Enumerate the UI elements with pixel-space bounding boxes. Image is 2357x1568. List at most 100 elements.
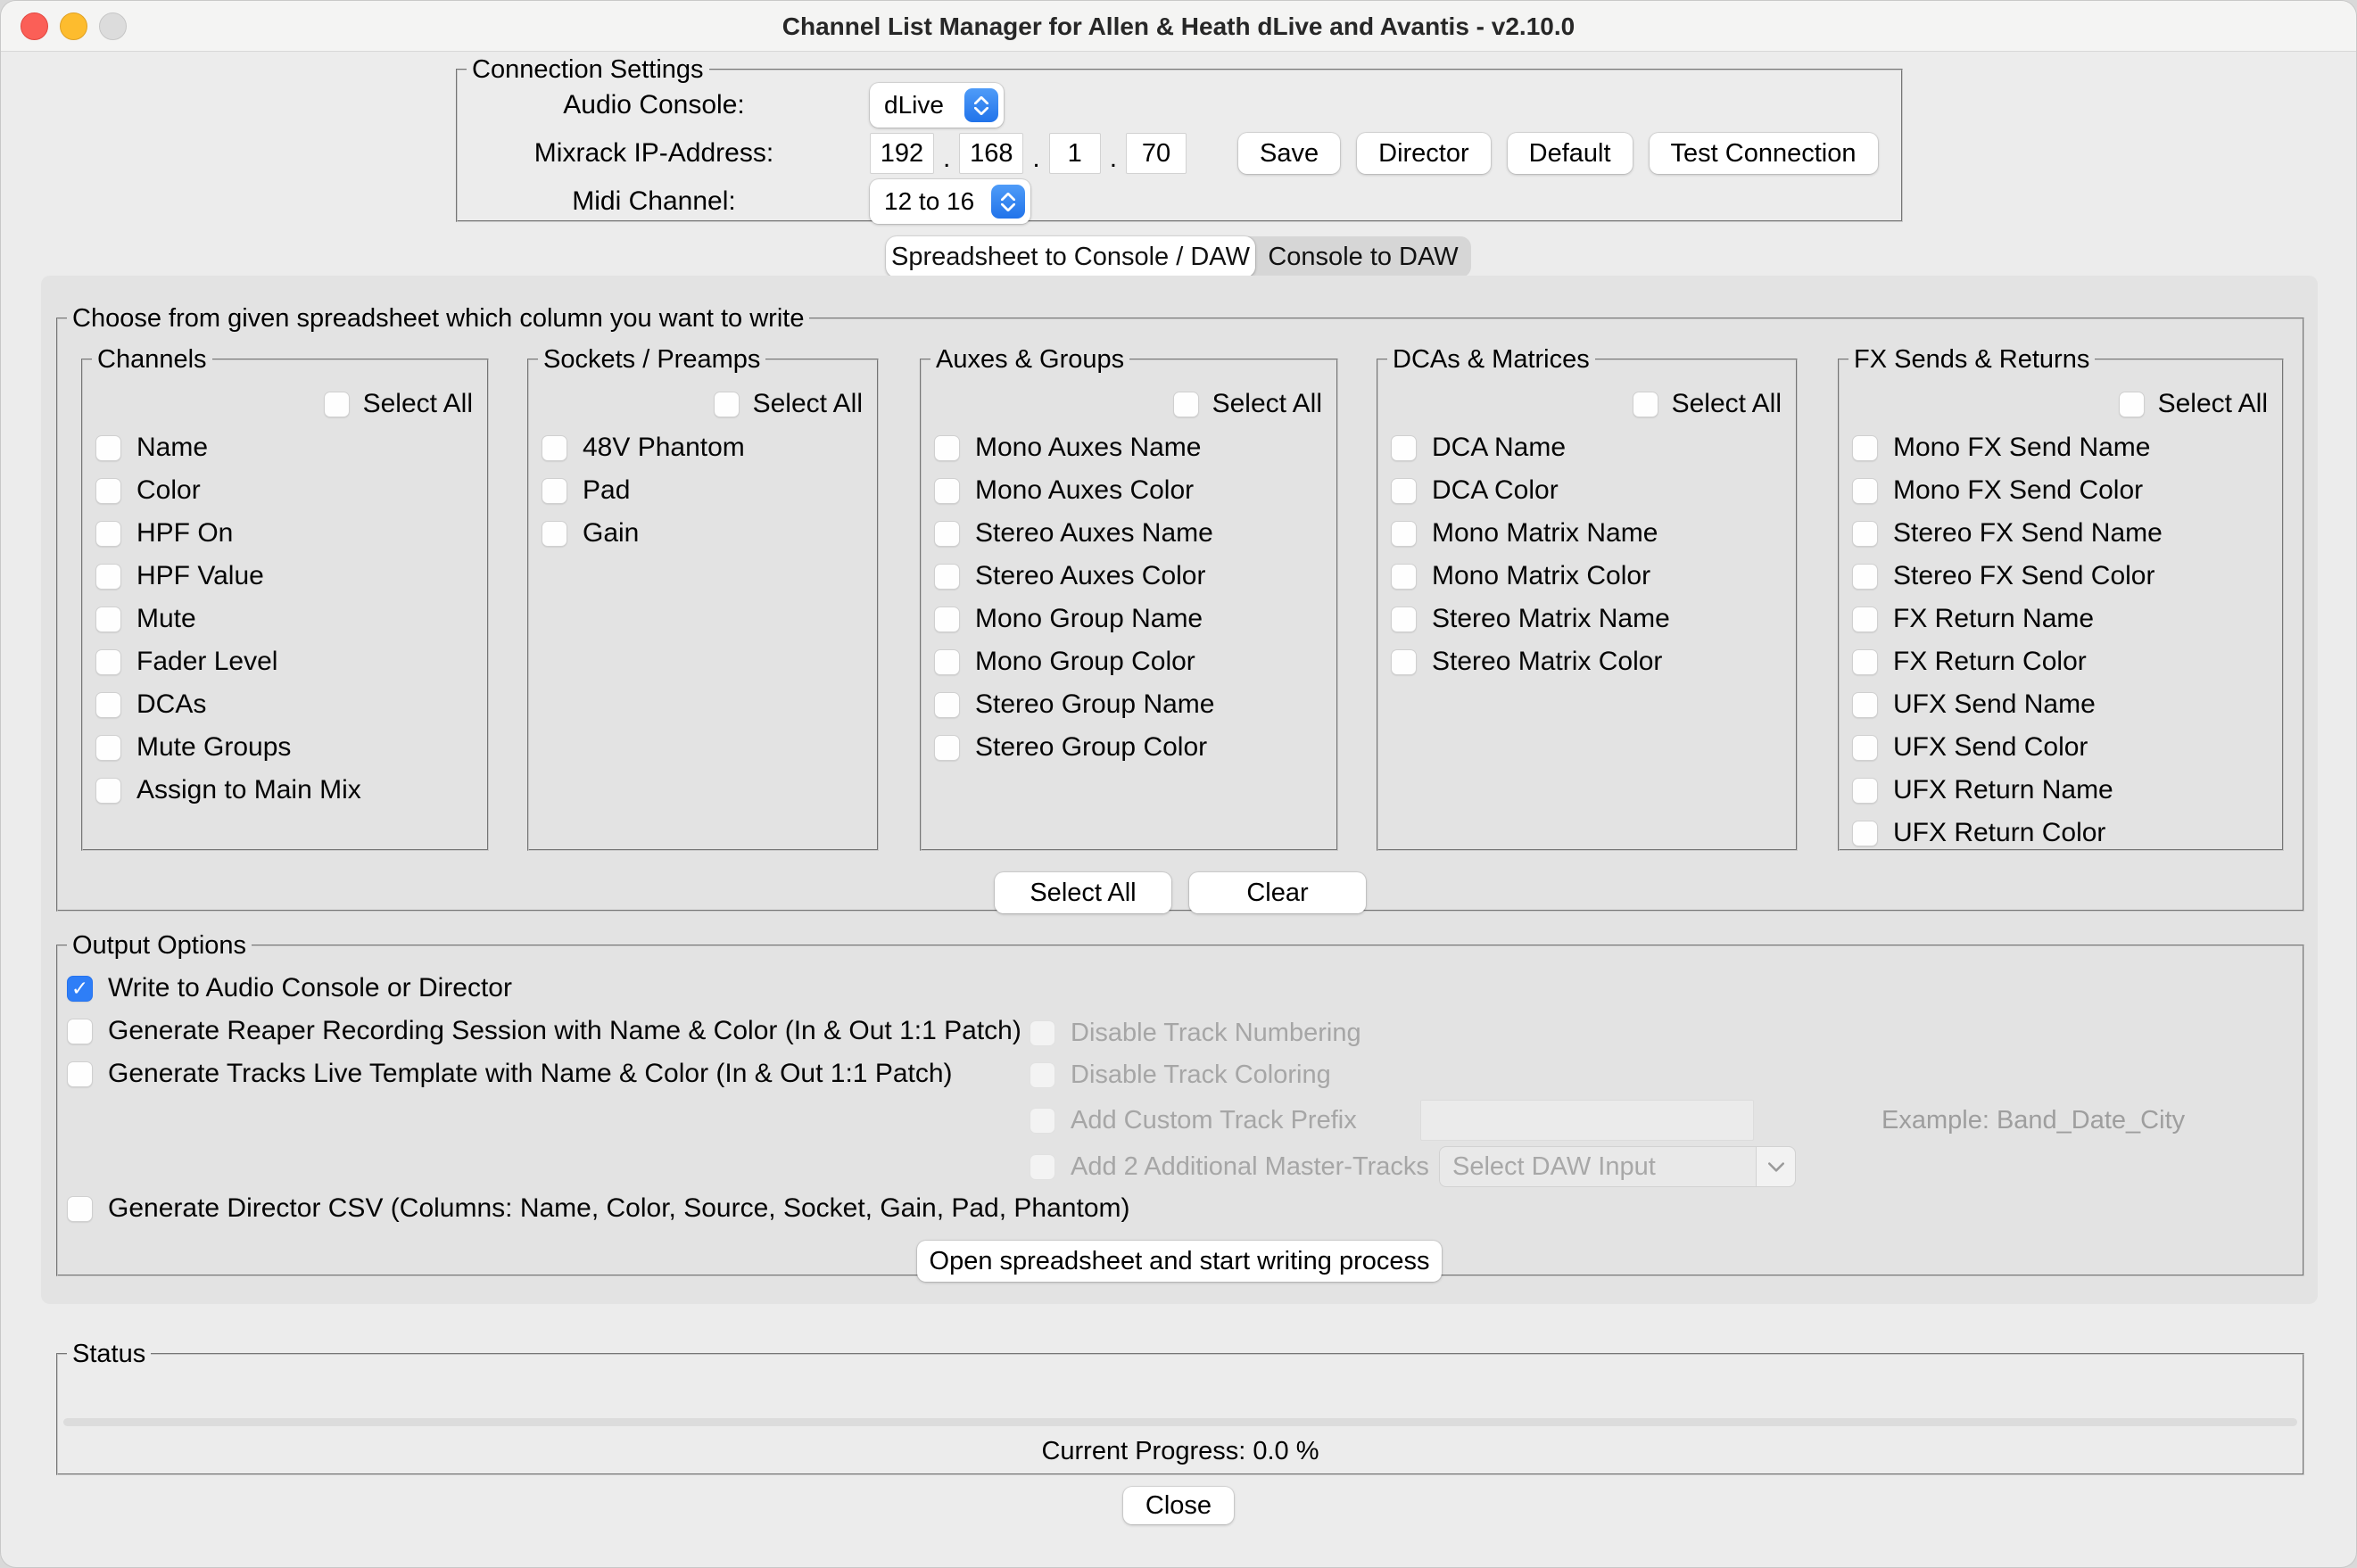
ip-octet-3-input[interactable] bbox=[1049, 133, 1101, 174]
option-checkbox[interactable] bbox=[1391, 649, 1417, 675]
tab-spreadsheet-to-console-daw[interactable]: Spreadsheet to Console / DAW bbox=[886, 236, 1255, 277]
option-checkbox[interactable] bbox=[1391, 478, 1417, 504]
open-spreadsheet-button[interactable]: Open spreadsheet and start writing proce… bbox=[917, 1241, 1442, 1282]
chevron-up-down-icon bbox=[964, 88, 998, 122]
option-checkbox[interactable] bbox=[95, 649, 121, 675]
option-label: DCA Name bbox=[1432, 433, 1566, 463]
option-row: UFX Send Color bbox=[1852, 726, 2275, 769]
option-checkbox[interactable] bbox=[542, 478, 567, 504]
option-checkbox[interactable] bbox=[1852, 607, 1878, 632]
ip-octet-1-input[interactable] bbox=[870, 133, 934, 174]
ip-octet-4-input[interactable] bbox=[1126, 133, 1187, 174]
select-all-button[interactable]: Select All bbox=[995, 872, 1171, 913]
option-checkbox[interactable] bbox=[542, 521, 567, 547]
write-to-console-checkbox[interactable] bbox=[67, 976, 93, 1002]
option-row: Stereo Auxes Name bbox=[934, 512, 1329, 555]
option-row: Fader Level bbox=[95, 640, 480, 683]
audio-console-select[interactable]: dLive bbox=[870, 83, 1004, 128]
progress-label: Current Progress: 0.0 % bbox=[58, 1437, 2303, 1466]
option-checkbox[interactable] bbox=[1852, 649, 1878, 675]
option-checkbox[interactable] bbox=[95, 435, 121, 461]
option-checkbox[interactable] bbox=[1852, 692, 1878, 718]
disable-track-coloring-row: Disable Track Coloring bbox=[1030, 1054, 1331, 1095]
dcas-matrices-legend: DCAs & Matrices bbox=[1387, 345, 1595, 374]
clear-button[interactable]: Clear bbox=[1189, 872, 1366, 913]
option-checkbox[interactable] bbox=[934, 478, 960, 504]
option-label: Mute Groups bbox=[136, 732, 291, 763]
close-button[interactable]: Close bbox=[1123, 1487, 1234, 1524]
option-label: Assign to Main Mix bbox=[136, 775, 361, 805]
option-label: HPF Value bbox=[136, 561, 264, 591]
chevron-down-icon bbox=[1756, 1147, 1795, 1186]
option-row: UFX Send Name bbox=[1852, 683, 2275, 726]
fx-select-all-checkbox[interactable] bbox=[2119, 392, 2145, 417]
option-checkbox[interactable] bbox=[95, 735, 121, 761]
fx-select-all-row: Select All bbox=[2119, 391, 2268, 417]
option-checkbox[interactable] bbox=[1852, 521, 1878, 547]
auxes-select-all-checkbox[interactable] bbox=[1173, 392, 1199, 417]
app-window: Channel List Manager for Allen & Heath d… bbox=[0, 0, 2357, 1568]
option-label: Stereo Matrix Color bbox=[1432, 647, 1662, 677]
option-row: Stereo Matrix Name bbox=[1391, 598, 1789, 640]
option-checkbox[interactable] bbox=[95, 692, 121, 718]
window-title: Channel List Manager for Allen & Heath d… bbox=[1, 1, 2356, 52]
option-label: Stereo FX Send Name bbox=[1893, 518, 2163, 549]
dcas-select-all-checkbox[interactable] bbox=[1633, 392, 1658, 417]
option-checkbox[interactable] bbox=[1852, 564, 1878, 590]
option-checkbox[interactable] bbox=[934, 564, 960, 590]
option-checkbox[interactable] bbox=[1852, 435, 1878, 461]
option-checkbox[interactable] bbox=[934, 649, 960, 675]
option-checkbox[interactable] bbox=[934, 692, 960, 718]
tab-console-to-daw[interactable]: Console to DAW bbox=[1255, 236, 1471, 277]
option-row: Stereo Group Name bbox=[934, 683, 1329, 726]
option-label: Pad bbox=[583, 475, 630, 506]
generate-tracks-live-checkbox[interactable] bbox=[67, 1061, 93, 1087]
option-checkbox[interactable] bbox=[95, 521, 121, 547]
generate-reaper-checkbox[interactable] bbox=[67, 1019, 93, 1044]
fx-sends-returns-group: FX Sends & Returns Select All Mono FX Se… bbox=[1838, 359, 2284, 851]
generate-director-csv-checkbox[interactable] bbox=[67, 1196, 93, 1222]
midi-channel-label: Midi Channel: bbox=[493, 186, 815, 217]
write-to-console-label: Write to Audio Console or Director bbox=[108, 973, 512, 1003]
option-checkbox[interactable] bbox=[1391, 564, 1417, 590]
option-checkbox[interactable] bbox=[1391, 435, 1417, 461]
option-checkbox[interactable] bbox=[95, 778, 121, 804]
disable-track-coloring-checkbox bbox=[1030, 1062, 1055, 1088]
midi-channel-select[interactable]: 12 to 16 bbox=[870, 179, 1030, 224]
option-checkbox[interactable] bbox=[542, 435, 567, 461]
option-checkbox[interactable] bbox=[1391, 521, 1417, 547]
option-label: Mono Group Color bbox=[975, 647, 1195, 677]
test-connection-button[interactable]: Test Connection bbox=[1650, 133, 1878, 174]
option-checkbox[interactable] bbox=[95, 607, 121, 632]
director-button[interactable]: Director bbox=[1357, 133, 1491, 174]
option-row: FX Return Color bbox=[1852, 640, 2275, 683]
daw-input-select: Select DAW Input bbox=[1439, 1146, 1796, 1187]
option-checkbox[interactable] bbox=[934, 607, 960, 632]
midi-channel-value: 12 to 16 bbox=[870, 187, 991, 216]
option-checkbox[interactable] bbox=[1852, 478, 1878, 504]
option-checkbox[interactable] bbox=[95, 564, 121, 590]
option-checkbox[interactable] bbox=[934, 521, 960, 547]
channels-select-all-checkbox[interactable] bbox=[324, 392, 350, 417]
sockets-select-all-checkbox[interactable] bbox=[714, 392, 740, 417]
option-row: Pad bbox=[542, 469, 870, 512]
option-row: Mono Matrix Color bbox=[1391, 555, 1789, 598]
option-checkbox[interactable] bbox=[934, 435, 960, 461]
default-button[interactable]: Default bbox=[1508, 133, 1633, 174]
option-label: Stereo FX Send Color bbox=[1893, 561, 2154, 591]
option-checkbox[interactable] bbox=[1852, 735, 1878, 761]
option-checkbox[interactable] bbox=[1852, 821, 1878, 846]
option-checkbox[interactable] bbox=[1852, 778, 1878, 804]
option-label: FX Return Color bbox=[1893, 647, 2087, 677]
option-checkbox[interactable] bbox=[1391, 607, 1417, 632]
ip-octet-2-input[interactable] bbox=[959, 133, 1023, 174]
option-row: HPF On bbox=[95, 512, 480, 555]
save-button[interactable]: Save bbox=[1238, 133, 1340, 174]
option-checkbox[interactable] bbox=[934, 735, 960, 761]
option-label: UFX Return Name bbox=[1893, 775, 2113, 805]
select-all-label: Select All bbox=[363, 389, 473, 419]
select-all-label: Select All bbox=[1672, 389, 1782, 419]
option-label: HPF On bbox=[136, 518, 233, 549]
add-master-tracks-row: Add 2 Additional Master-Tracks bbox=[1030, 1146, 1429, 1187]
option-checkbox[interactable] bbox=[95, 478, 121, 504]
